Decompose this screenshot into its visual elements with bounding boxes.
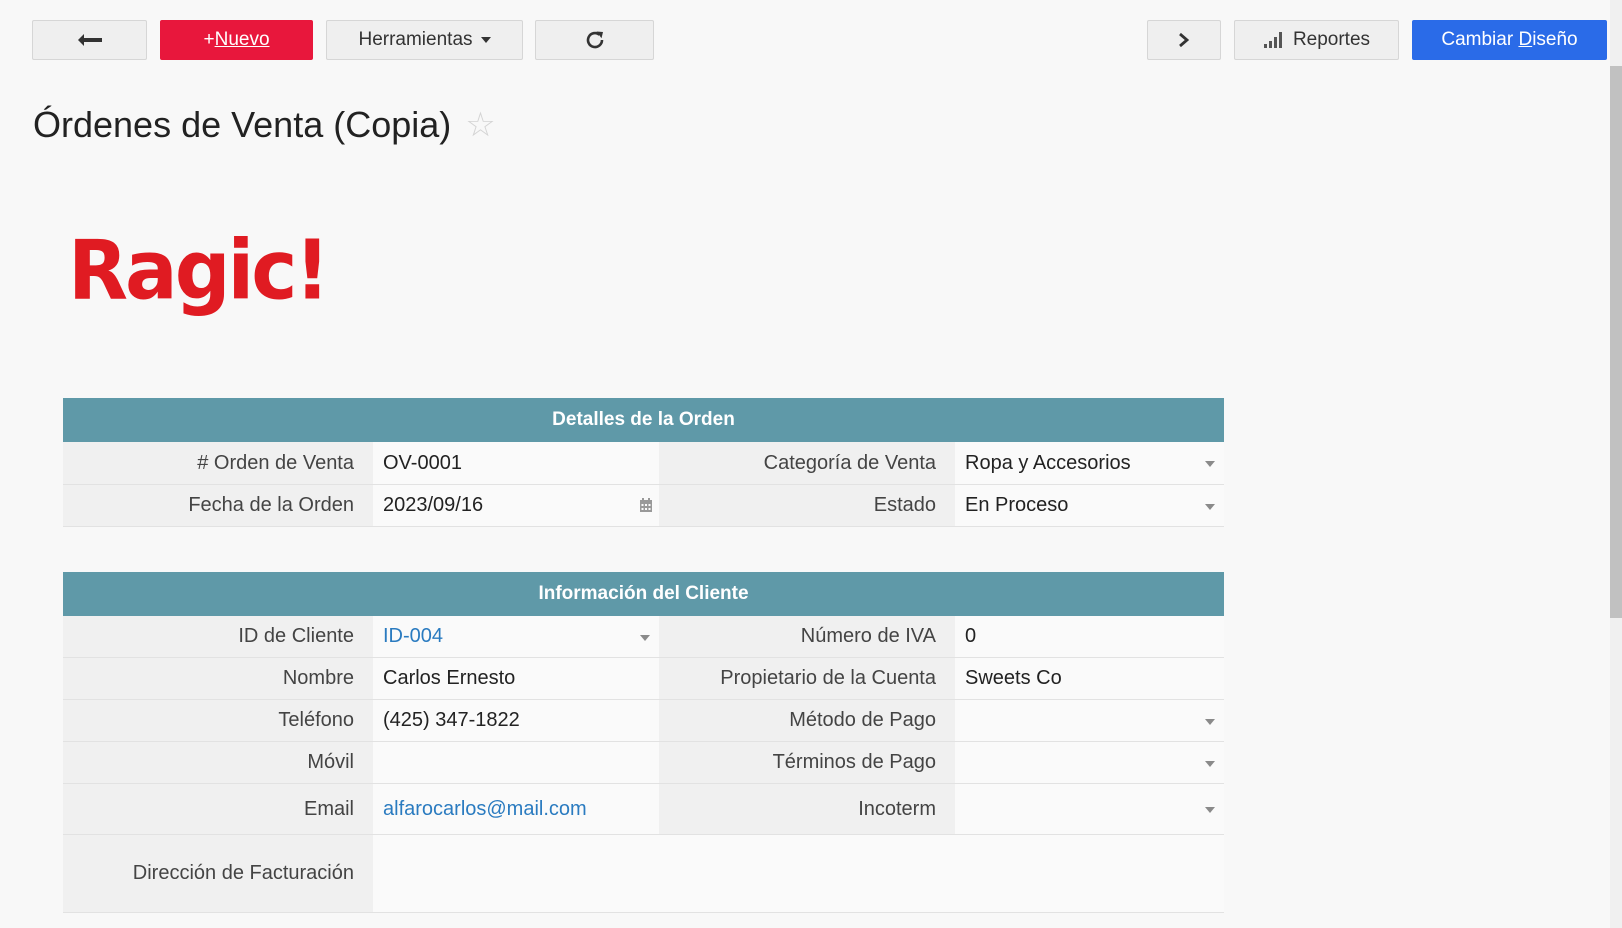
scrollbar-thumb[interactable] <box>1610 66 1622 618</box>
phone-label: Teléfono <box>63 700 373 741</box>
tools-dropdown-button[interactable]: Herramientas <box>326 20 523 60</box>
form-row: Móvil Términos de Pago <box>63 742 1224 784</box>
payment-method-label: Método de Pago <box>659 700 955 741</box>
order-date-value: 2023/09/16 <box>383 494 484 516</box>
design-label-prefix: Cambiar <box>1441 29 1519 50</box>
order-date-field[interactable]: 2023/09/16 <box>373 485 659 526</box>
name-value: Carlos Ernesto <box>383 667 516 689</box>
design-label-mnemonic: D <box>1518 29 1533 50</box>
vat-number-field[interactable]: 0 <box>955 616 1224 657</box>
form-row: Email alfarocarlos@mail.com Incoterm <box>63 784 1224 835</box>
status-value: En Proceso <box>965 494 1069 516</box>
customer-id-link[interactable]: ID-004 <box>383 625 443 648</box>
back-button[interactable] <box>32 20 147 60</box>
dropdown-arrow-icon <box>640 634 650 641</box>
change-design-button[interactable]: Cambiar Diseño <box>1412 20 1607 60</box>
design-label-suffix: iseño <box>1532 29 1578 50</box>
email-field[interactable]: alfarocarlos@mail.com <box>373 784 659 834</box>
form-row: Dirección de Facturación <box>63 835 1224 913</box>
name-label: Nombre <box>63 658 373 699</box>
order-number-label: # Orden de Venta <box>63 442 373 484</box>
page-title-container: Órdenes de Venta (Copia) ☆ <box>33 104 496 146</box>
status-label: Estado <box>659 485 955 526</box>
dropdown-arrow-icon <box>1205 461 1215 467</box>
incoterm-select[interactable] <box>955 784 1224 834</box>
customer-id-select[interactable]: ID-004 <box>373 616 659 657</box>
vat-number-value: 0 <box>965 625 977 647</box>
vat-number-label: Número de IVA <box>659 616 955 657</box>
account-owner-field[interactable]: Sweets Co <box>955 658 1224 699</box>
account-owner-label: Propietario de la Cuenta <box>659 658 955 699</box>
new-button-label: Nuevo <box>214 29 270 50</box>
payment-terms-label: Términos de Pago <box>659 742 955 783</box>
dropdown-arrow-icon <box>1205 718 1215 725</box>
order-number-field[interactable]: OV-0001 <box>373 442 659 484</box>
billing-address-field[interactable] <box>373 835 1224 912</box>
payment-terms-select[interactable] <box>955 742 1224 783</box>
form-row: Fecha de la Orden 2023/09/16 Estado En P… <box>63 485 1224 527</box>
star-icon[interactable]: ☆ <box>465 105 495 145</box>
order-number-value: OV-0001 <box>383 451 462 474</box>
sales-category-label: Categoría de Venta <box>659 442 955 484</box>
new-button[interactable]: + Nuevo <box>160 20 313 60</box>
account-owner-value: Sweets Co <box>965 667 1062 689</box>
order-date-label: Fecha de la Orden <box>63 485 373 526</box>
phone-value: (425) 347-1822 <box>383 709 520 731</box>
payment-method-select[interactable] <box>955 700 1224 741</box>
dropdown-arrow-icon <box>1205 807 1215 813</box>
billing-address-label: Dirección de Facturación <box>63 835 373 912</box>
dropdown-arrow-icon <box>1205 760 1215 767</box>
form-row: ID de Cliente ID-004 Número de IVA 0 <box>63 616 1224 658</box>
form-row: Teléfono (425) 347-1822 Método de Pago <box>63 700 1224 742</box>
mobile-label: Móvil <box>63 742 373 783</box>
incoterm-label: Incoterm <box>659 784 955 834</box>
status-select[interactable]: En Proceso <box>955 485 1224 526</box>
form-row: Nombre Carlos Ernesto Propietario de la … <box>63 658 1224 700</box>
customer-id-label: ID de Cliente <box>63 616 373 657</box>
sales-category-select[interactable]: Ropa y Accesorios <box>955 442 1224 484</box>
reports-button[interactable]: Reportes <box>1234 20 1399 60</box>
sales-category-value: Ropa y Accesorios <box>965 451 1131 474</box>
calendar-icon[interactable] <box>639 497 653 513</box>
reports-label: Reportes <box>1292 29 1371 50</box>
phone-field[interactable]: (425) 347-1822 <box>373 700 659 741</box>
section-header-customer: Información del Cliente <box>63 572 1224 616</box>
name-field[interactable]: Carlos Ernesto <box>373 658 659 699</box>
email-link[interactable]: alfarocarlos@mail.com <box>383 798 587 821</box>
caret-down-icon <box>480 37 491 43</box>
arrow-left-icon <box>77 34 102 46</box>
mobile-field[interactable] <box>373 742 659 783</box>
dropdown-arrow-icon <box>1205 503 1215 510</box>
tools-label: Herramientas <box>358 29 473 50</box>
new-button-plus: + <box>203 29 215 50</box>
chevron-right-icon <box>1179 32 1190 48</box>
refresh-button[interactable] <box>535 20 654 60</box>
next-button[interactable] <box>1147 20 1221 60</box>
form-row: # Orden de Venta OV-0001 Categoría de Ve… <box>63 442 1224 485</box>
section-header-order: Detalles de la Orden <box>63 398 1224 442</box>
company-logo: Ragic! <box>68 223 330 319</box>
order-details-section: Detalles de la Orden # Orden de Venta OV… <box>63 398 1224 527</box>
customer-info-section: Información del Cliente ID de Cliente ID… <box>63 572 1224 913</box>
refresh-icon <box>586 31 603 49</box>
email-label: Email <box>63 784 373 834</box>
signal-bars-icon <box>1263 32 1282 48</box>
page-title: Órdenes de Venta (Copia) <box>33 104 452 145</box>
